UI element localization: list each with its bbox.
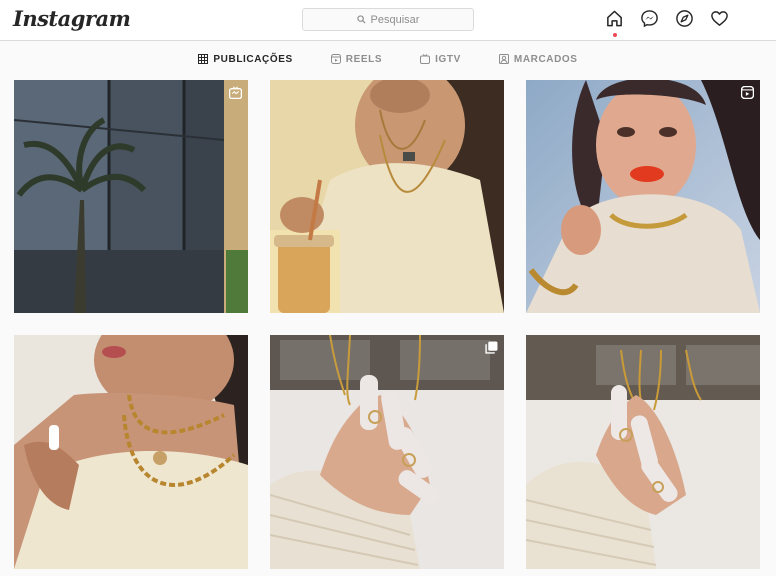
post-thumbnail[interactable] <box>14 335 248 569</box>
post-image <box>526 80 760 313</box>
search-placeholder: Pesquisar <box>370 13 420 26</box>
tab-label: MARCADOS <box>513 53 578 65</box>
tab-marcados[interactable]: MARCADOS <box>498 53 578 65</box>
post-thumbnail[interactable] <box>270 80 504 313</box>
post-thumbnail[interactable] <box>526 80 760 313</box>
top-navigation-bar: Instagram Pesquisar <box>0 0 776 41</box>
posts-grid <box>14 80 760 569</box>
explore-icon[interactable] <box>675 9 694 30</box>
active-indicator <box>613 33 617 37</box>
home-icon[interactable] <box>605 9 624 37</box>
instagram-logo[interactable]: Instagram <box>13 6 131 31</box>
igtv-icon <box>229 86 242 99</box>
tab-label: PUBLICAÇÕES <box>213 53 293 65</box>
reels-icon <box>330 54 341 64</box>
post-thumbnail[interactable] <box>526 335 760 569</box>
grid-icon <box>198 54 209 64</box>
heart-icon[interactable] <box>710 9 729 30</box>
nav-icons <box>605 9 729 37</box>
post-image <box>14 335 248 569</box>
messenger-icon[interactable] <box>640 9 659 30</box>
profile-tabs: PUBLICAÇÕES REELS IGTV MARCADOS <box>0 41 776 77</box>
reels-icon <box>741 86 754 99</box>
igtv-icon <box>420 54 431 64</box>
post-thumbnail[interactable] <box>270 335 504 569</box>
tab-igtv[interactable]: IGTV <box>420 54 461 65</box>
post-thumbnail[interactable] <box>14 80 248 313</box>
post-image <box>270 335 504 569</box>
search-input[interactable]: Pesquisar <box>302 8 474 31</box>
tab-label: IGTV <box>435 53 461 65</box>
tab-label: REELS <box>345 53 383 65</box>
post-image <box>526 335 760 569</box>
post-image <box>14 80 248 313</box>
tab-publicacoes[interactable]: PUBLICAÇÕES <box>198 54 292 65</box>
carousel-icon <box>485 341 498 354</box>
search-icon <box>356 15 366 24</box>
tab-reels[interactable]: REELS <box>330 53 383 65</box>
tagged-icon <box>498 54 509 64</box>
post-image <box>270 80 504 313</box>
